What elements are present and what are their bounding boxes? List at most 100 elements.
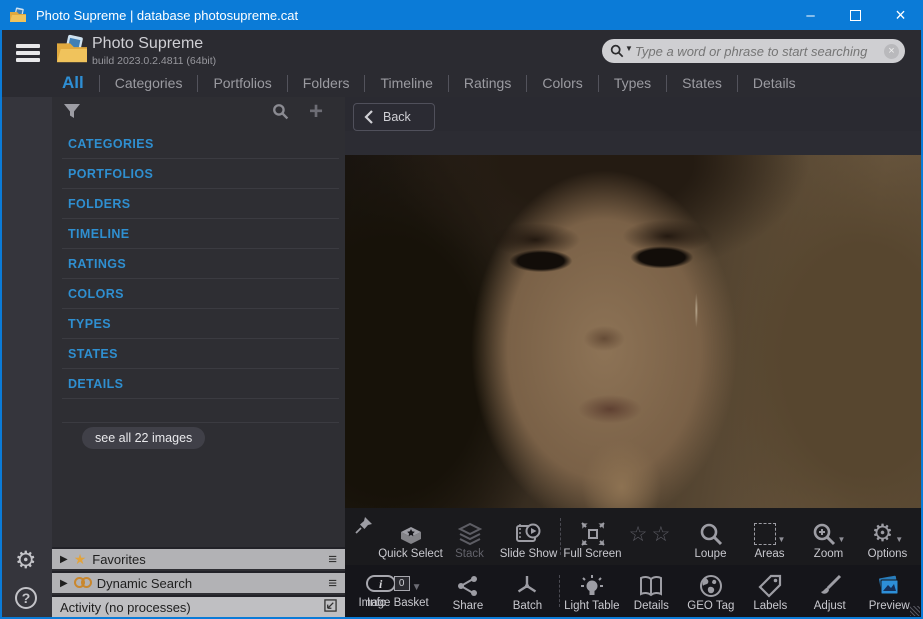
add-plus-icon[interactable]: + [309, 98, 323, 126]
slide-show-button[interactable]: Slide Show [499, 508, 558, 565]
tab-separator [364, 75, 365, 92]
tab-separator [287, 75, 288, 92]
sidebar-item-ratings[interactable]: RATINGS [62, 249, 339, 279]
image-basket-dropdown-icon[interactable]: ▼ [412, 582, 422, 593]
app-logo-icon [9, 7, 27, 23]
back-label: Back [383, 110, 411, 124]
settings-gear-icon[interactable]: ⚙ [15, 549, 37, 573]
filter-funnel-icon[interactable] [62, 102, 82, 122]
tab-portfolios[interactable]: Portfolios [213, 75, 271, 91]
maximize-button[interactable] [833, 0, 878, 30]
activity-label: Activity (no processes) [60, 600, 191, 615]
title-bar[interactable]: Photo Supreme | database photosupreme.ca… [0, 0, 923, 30]
window-title: Photo Supreme | database photosupreme.ca… [36, 8, 298, 23]
tab-states[interactable]: States [682, 75, 722, 91]
sidebar-search-icon[interactable] [272, 103, 289, 120]
sidebar-item-colors[interactable]: COLORS [62, 279, 339, 309]
see-all-images-button[interactable]: see all 22 images [82, 427, 205, 449]
areas-dropdown-icon[interactable]: ▼ [778, 535, 786, 544]
light-table-button[interactable]: Light Table [562, 565, 621, 617]
tab-separator [526, 75, 527, 92]
quick-select-button[interactable]: Quick Select [381, 508, 440, 565]
full-screen-icon [580, 520, 606, 548]
full-screen-button[interactable]: Full Screen [563, 508, 622, 565]
stack-icon [457, 520, 483, 548]
details-button[interactable]: Details [622, 565, 681, 617]
photo-preview-portrait[interactable] [345, 155, 921, 508]
areas-icon [754, 523, 776, 545]
sidebar-item-states[interactable]: STATES [62, 339, 339, 369]
stack-button[interactable]: Stack [440, 508, 499, 565]
image-header-strip [345, 131, 921, 155]
image-basket-label: Image Basket [349, 597, 438, 609]
options-dropdown-icon[interactable]: ▼ [895, 535, 903, 544]
sidebar-divider [62, 399, 339, 423]
close-button[interactable]: × [878, 0, 923, 30]
tab-folders[interactable]: Folders [303, 75, 350, 91]
zoom-dropdown-icon[interactable]: ▼ [838, 535, 846, 544]
app-window: Photo Supreme | database photosupreme.ca… [0, 0, 923, 619]
pin-icon[interactable] [355, 516, 373, 534]
resize-grip[interactable] [910, 606, 920, 616]
favorites-panel-header[interactable]: ▶ ★ Favorites ≡ [52, 547, 345, 569]
tab-categories[interactable]: Categories [115, 75, 183, 91]
batch-icon [515, 572, 539, 600]
quick-select-icon [398, 520, 424, 548]
tab-timeline[interactable]: Timeline [380, 75, 432, 91]
info-icon: i [366, 575, 396, 592]
tab-separator [448, 75, 449, 92]
star-outline-icons[interactable]: ☆☆ [629, 522, 675, 547]
batch-button[interactable]: Batch [498, 565, 557, 617]
expand-arrow-icon[interactable]: ▶ [60, 554, 68, 565]
sidebar-item-portfolios[interactable]: PORTFOLIOS [62, 159, 339, 189]
minimize-button[interactable]: – [788, 0, 833, 30]
hamburger-menu-icon[interactable] [16, 44, 40, 65]
sidebar-item-details[interactable]: DETAILS [62, 369, 339, 399]
catalog-nav-list: CATEGORIES PORTFOLIOS FOLDERS TIMELINE R… [62, 129, 339, 399]
search-scope-dropdown-icon[interactable]: ▼ [625, 44, 633, 53]
sidebar-item-folders[interactable]: FOLDERS [62, 189, 339, 219]
expand-arrow-icon[interactable]: ▶ [60, 578, 68, 589]
loupe-icon [699, 520, 723, 548]
dynamic-search-panel-header[interactable]: ▶ Dynamic Search ≡ [52, 571, 345, 593]
tab-separator [99, 75, 100, 92]
main-view-topbar: Back [345, 97, 921, 131]
back-button[interactable]: Back [353, 103, 435, 131]
tab-all[interactable]: All [62, 73, 84, 93]
search-input[interactable] [635, 44, 884, 59]
favorites-menu-icon[interactable]: ≡ [328, 551, 337, 568]
rating-stars[interactable]: ☆☆ [622, 508, 681, 565]
tab-ratings[interactable]: Ratings [464, 75, 511, 91]
activity-panel-header[interactable]: Activity (no processes) [52, 595, 345, 617]
back-chevron-icon [364, 110, 373, 124]
share-button[interactable]: Share [438, 565, 497, 617]
favorites-label: Favorites [92, 552, 145, 567]
areas-button[interactable]: ▼ Areas [740, 508, 799, 565]
tab-types[interactable]: Types [614, 75, 651, 91]
zoom-button[interactable]: ▼ Zoom [799, 508, 858, 565]
tab-details[interactable]: Details [753, 75, 796, 91]
labels-tag-icon [758, 572, 782, 600]
sidebar-item-timeline[interactable]: TIMELINE [62, 219, 339, 249]
info-image-basket-button[interactable]: i 0 ▼ Info Image Basket [349, 565, 438, 617]
search-clear-icon[interactable]: × [884, 44, 899, 59]
geo-tag-globe-icon [699, 572, 723, 600]
zoom-icon [812, 522, 836, 546]
adjust-button[interactable]: Adjust [800, 565, 859, 617]
search-box[interactable]: ▼ × [602, 39, 905, 63]
loupe-button[interactable]: Loupe [681, 508, 740, 565]
tab-separator [598, 75, 599, 92]
dynamic-search-rings-icon [74, 577, 92, 589]
slide-show-icon [515, 520, 543, 548]
light-table-icon [580, 572, 604, 600]
view-tabs: All Categories Portfolios Folders Timeli… [62, 73, 796, 93]
geo-tag-button[interactable]: GEO Tag [681, 565, 740, 617]
tab-colors[interactable]: Colors [542, 75, 582, 91]
dynamic-search-menu-icon[interactable]: ≡ [328, 575, 337, 592]
help-icon[interactable]: ? [15, 587, 37, 609]
sidebar-item-types[interactable]: TYPES [62, 309, 339, 339]
sidebar-item-categories[interactable]: CATEGORIES [62, 129, 339, 159]
options-button[interactable]: ⚙ ▼ Options [858, 508, 917, 565]
toolbar-separator [560, 518, 561, 555]
labels-button[interactable]: Labels [741, 565, 800, 617]
